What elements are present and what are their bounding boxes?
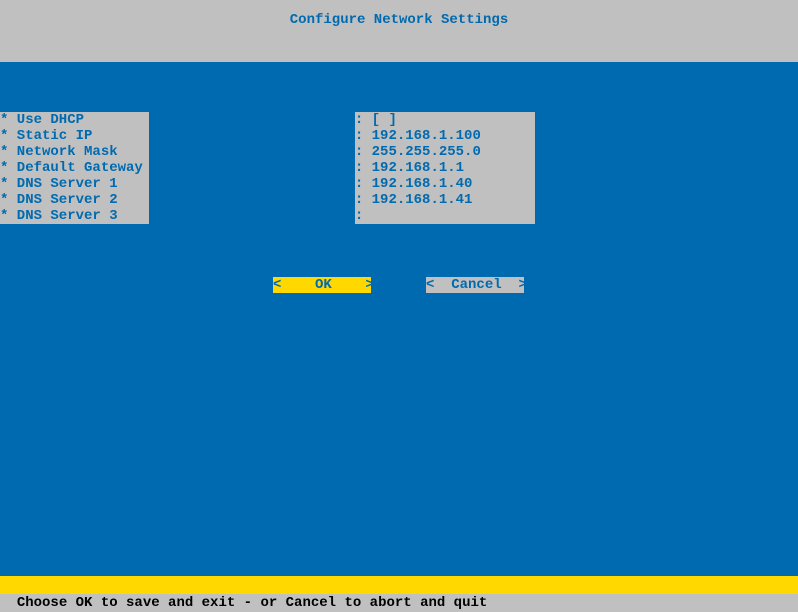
page-title: Configure Network Settings (290, 12, 508, 28)
title-bar: Configure Network Settings (0, 0, 798, 62)
label-network-mask: * Network Mask (0, 144, 143, 160)
label-default-gateway: * Default Gateway (0, 160, 143, 176)
field-values: : [ ] : 192.168.1.100 : 255.255.255.0 : … (355, 112, 535, 224)
value-dns-1[interactable]: : 192.168.1.40 (355, 176, 535, 192)
status-text: Choose OK to save and exit - or Cancel t… (17, 595, 487, 611)
network-form: * Use DHCP * Static IP * Network Mask * … (0, 112, 535, 224)
main-panel: * Use DHCP * Static IP * Network Mask * … (0, 62, 798, 576)
value-use-dhcp[interactable]: : [ ] (355, 112, 535, 128)
label-use-dhcp: * Use DHCP (0, 112, 143, 128)
ok-button[interactable]: < OK > (273, 277, 371, 293)
label-dns-2: * DNS Server 2 (0, 192, 143, 208)
label-dns-1: * DNS Server 1 (0, 176, 143, 192)
label-dns-3: * DNS Server 3 (0, 208, 143, 224)
value-default-gateway[interactable]: : 192.168.1.1 (355, 160, 535, 176)
label-static-ip: * Static IP (0, 128, 143, 144)
value-static-ip[interactable]: : 192.168.1.100 (355, 128, 535, 144)
status-bar: Choose OK to save and exit - or Cancel t… (0, 576, 798, 594)
value-dns-2[interactable]: : 192.168.1.41 (355, 192, 535, 208)
field-labels: * Use DHCP * Static IP * Network Mask * … (0, 112, 149, 224)
cancel-button[interactable]: < Cancel > (426, 277, 524, 293)
value-dns-3[interactable]: : (355, 208, 535, 224)
value-network-mask[interactable]: : 255.255.255.0 (355, 144, 535, 160)
